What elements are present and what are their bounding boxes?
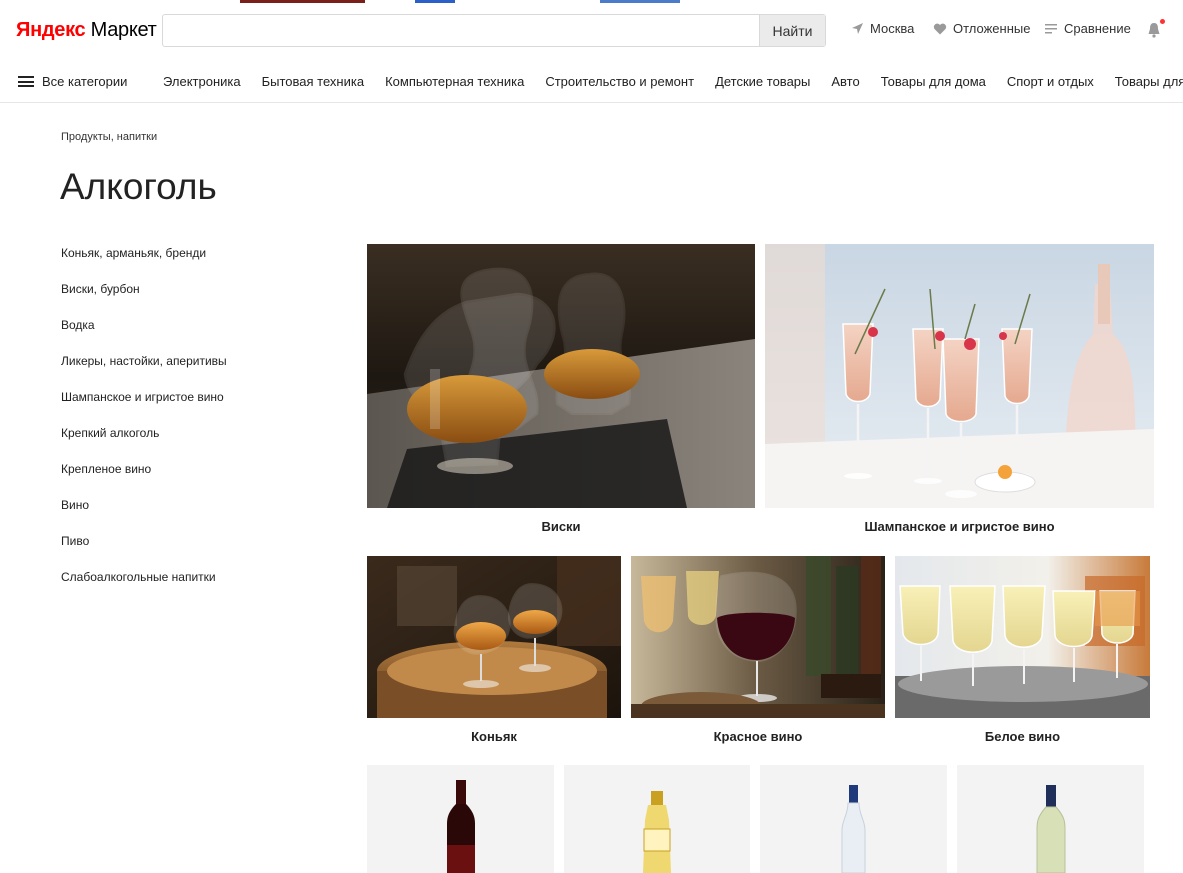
yellow-spirit-bottle <box>643 791 671 873</box>
sidebar-item-sparkling[interactable]: Шампанское и игристое вино <box>61 390 321 426</box>
sidebar-item-whisky-bourbon[interactable]: Виски, бурбон <box>61 282 321 318</box>
logo-brand: Яндекс <box>16 19 86 41</box>
logo-product: Маркет <box>90 19 157 41</box>
location-link[interactable]: Москва <box>851 21 914 36</box>
category-links: Электроника Бытовая техника Компьютерная… <box>163 74 1183 89</box>
whisky-glasses-photo <box>367 244 755 508</box>
sidebar-item-beer[interactable]: Пиво <box>61 534 321 570</box>
product-card-4[interactable] <box>957 765 1144 873</box>
search-input[interactable] <box>163 15 760 46</box>
nav-item-beauty[interactable]: Товары для красоты <box>1115 74 1183 89</box>
bell-icon <box>1148 23 1160 38</box>
sidebar-item-liqueurs[interactable]: Ликеры, настойки, аперитивы <box>61 354 321 390</box>
menu-icon <box>18 76 34 87</box>
category-nav: Все категории Электроника Бытовая техник… <box>0 60 1183 103</box>
tile-sparkling-label[interactable]: Шампанское и игристое вино <box>765 519 1154 534</box>
logo[interactable]: Яндекс Маркет <box>16 19 157 42</box>
sidebar-item-fortified-wine[interactable]: Крепленое вино <box>61 462 321 498</box>
notifications-button[interactable] <box>1147 19 1165 38</box>
tile-red-wine[interactable] <box>631 556 885 718</box>
nav-item-sport[interactable]: Спорт и отдых <box>1007 74 1094 89</box>
sidebar-categories: Коньяк, арманьяк, бренди Виски, бурбон В… <box>61 246 321 606</box>
tile-cognac-label[interactable]: Коньяк <box>367 729 621 744</box>
product-card-3[interactable] <box>760 765 947 873</box>
pale-wine-bottle <box>1036 785 1066 873</box>
all-categories-label: Все категории <box>42 74 128 89</box>
location-arrow-icon <box>852 23 863 34</box>
tile-white-wine[interactable] <box>895 556 1150 718</box>
white-wine-glasses-photo <box>895 556 1150 718</box>
champagne-flutes-photo <box>765 244 1154 508</box>
sidebar-item-vodka[interactable]: Водка <box>61 318 321 354</box>
all-categories-button[interactable]: Все категории <box>18 74 127 89</box>
compare-label: Сравнение <box>1064 21 1131 36</box>
product-card-2[interactable] <box>564 765 750 873</box>
sidebar-item-cognac-brandy[interactable]: Коньяк, арманьяк, бренди <box>61 246 321 282</box>
red-wine-bottle <box>447 780 475 873</box>
header: Яндекс Маркет Найти Москва Отложенные Ср… <box>0 0 1183 60</box>
nav-item-appliances[interactable]: Бытовая техника <box>262 74 364 89</box>
location-label: Москва <box>870 21 915 36</box>
heart-icon <box>933 23 947 34</box>
notification-dot <box>1160 19 1165 24</box>
breadcrumb[interactable]: Продукты, напитки <box>61 131 157 143</box>
wishlist-link[interactable]: Отложенные <box>933 21 1030 36</box>
tile-red-wine-label[interactable]: Красное вино <box>631 729 885 744</box>
nav-item-auto[interactable]: Авто <box>831 74 859 89</box>
nav-item-electronics[interactable]: Электроника <box>163 74 241 89</box>
tile-whisky[interactable] <box>367 244 755 508</box>
nav-item-computers[interactable]: Компьютерная техника <box>385 74 524 89</box>
search-box: Найти <box>162 14 826 47</box>
sidebar-item-strong-alcohol[interactable]: Крепкий алкоголь <box>61 426 321 462</box>
compare-link[interactable]: Сравнение <box>1045 21 1131 36</box>
red-wine-glass-photo <box>631 556 885 718</box>
sidebar-item-wine[interactable]: Вино <box>61 498 321 534</box>
sidebar-item-low-alcohol[interactable]: Слабоалкогольные напитки <box>61 570 321 606</box>
search-button[interactable]: Найти <box>759 15 825 46</box>
nav-item-home[interactable]: Товары для дома <box>881 74 986 89</box>
nav-item-construction[interactable]: Строительство и ремонт <box>545 74 694 89</box>
tile-cognac[interactable] <box>367 556 621 718</box>
nav-item-kids[interactable]: Детские товары <box>715 74 810 89</box>
compare-icon <box>1045 23 1057 33</box>
tile-whisky-label[interactable]: Виски <box>367 519 755 534</box>
wishlist-label: Отложенные <box>953 21 1031 36</box>
product-card-1[interactable] <box>367 765 554 873</box>
page-title: Алкоголь <box>60 166 217 207</box>
tile-sparkling[interactable] <box>765 244 1154 508</box>
cognac-snifters-photo <box>367 556 621 718</box>
clear-vodka-bottle <box>841 785 866 873</box>
tile-white-wine-label[interactable]: Белое вино <box>895 729 1150 744</box>
